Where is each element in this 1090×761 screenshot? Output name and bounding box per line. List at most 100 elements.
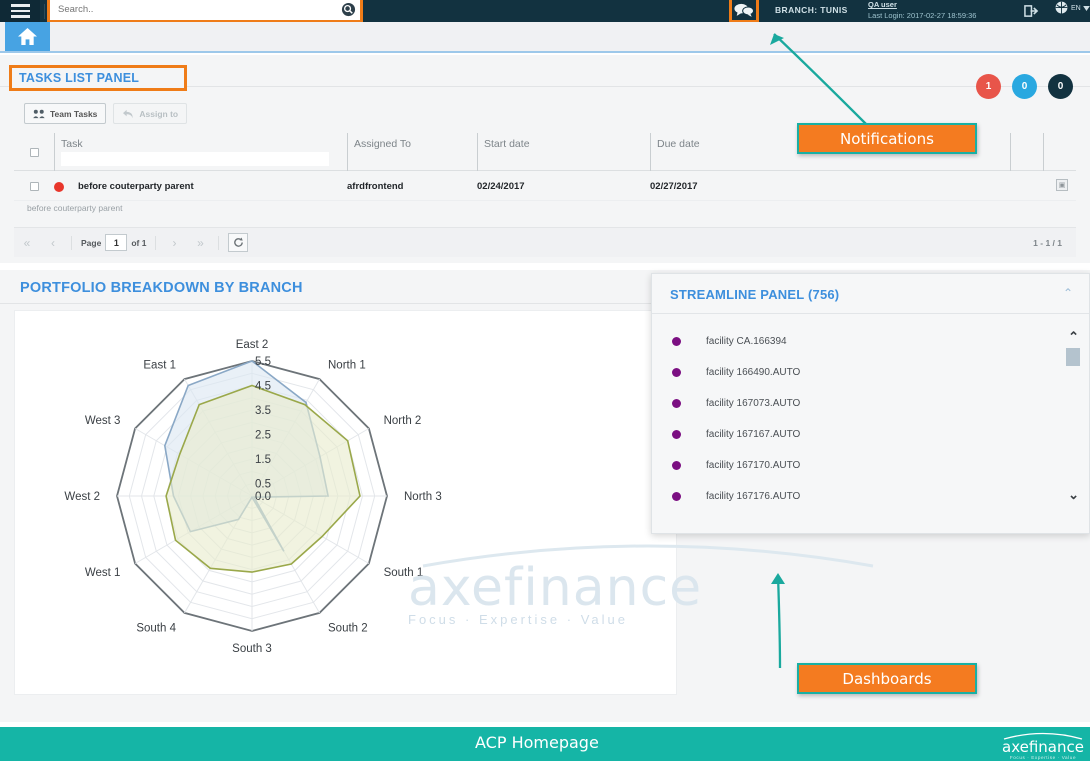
row-subtitle: before couterparty parent (27, 203, 123, 213)
cell-assigned-to: afrdfrontend (347, 181, 404, 192)
svg-text:West 3: West 3 (85, 415, 121, 427)
svg-text:West 2: West 2 (64, 491, 100, 503)
list-item[interactable]: facility 167176.AUTO (652, 481, 1089, 512)
scrollbar-thumb[interactable] (1066, 348, 1080, 366)
status-badge-dark[interactable]: 0 (1048, 74, 1073, 99)
notifications-chat-button[interactable] (729, 0, 759, 23)
priority-dot-icon (54, 181, 64, 192)
radar-chart-svg: 0.00.5 1.5 2.5 3.5 4.5 5.5 East 2 North 1 North … (64, 339, 442, 655)
list-item[interactable]: facility 167170.AUTO (652, 450, 1089, 481)
streamline-panel: STREAMLINE PANEL (756) ⌃ facility CA.166… (651, 273, 1090, 534)
footer-logo: axefinance Focus · Expertise · Value (1002, 731, 1084, 760)
chevron-down-icon (1082, 6, 1090, 11)
select-all-cell (14, 133, 54, 171)
svg-text:4.5: 4.5 (255, 381, 271, 393)
page-number-input[interactable] (105, 234, 128, 251)
row-checkbox[interactable] (29, 182, 39, 191)
svg-text:5.5: 5.5 (255, 356, 271, 368)
next-page-icon[interactable]: › (161, 232, 187, 254)
refresh-icon[interactable] (228, 233, 249, 252)
status-badge-blue[interactable]: 0 (1012, 74, 1037, 99)
chart-panel-title: PORTFOLIO BREAKDOWN BY BRANCH (20, 280, 303, 296)
streamline-panel-header: STREAMLINE PANEL (756) ⌃ (652, 274, 1089, 314)
select-all-checkbox[interactable] (29, 147, 39, 157)
search-box-highlight[interactable] (47, 0, 363, 23)
callout-dashboards: Dashboards (797, 663, 977, 694)
search-input[interactable] (56, 0, 338, 19)
language-selector[interactable]: EN (1054, 1, 1090, 16)
navigation-strip (0, 22, 1090, 53)
chevron-up-icon[interactable]: ⌃ (1063, 286, 1073, 300)
tasks-panel-header: TASKS LIST PANEL 1 0 0 (0, 55, 1090, 99)
list-item-label: facility CA.166394 (706, 336, 787, 347)
footer-bar: ACP Homepage axefinance Focus · Expertis… (0, 727, 1090, 761)
svg-text:East 2: East 2 (236, 339, 269, 351)
last-page-icon[interactable]: » (187, 232, 213, 254)
hamburger-menu-icon[interactable] (0, 0, 40, 22)
table-row[interactable]: before couterparty parent afrdfrontend 0… (14, 173, 1076, 201)
list-item[interactable]: facility 167167.AUTO (652, 419, 1089, 450)
bullet-icon (672, 492, 681, 501)
first-page-icon[interactable]: « (14, 232, 40, 254)
badge-group: 1 0 0 (976, 74, 1073, 99)
column-assigned-to-label: Assigned To (354, 138, 412, 150)
branch-label: BRANCH: TUNIS (775, 5, 848, 15)
search-icon[interactable] (338, 1, 358, 19)
bullet-icon (672, 430, 681, 439)
svg-text:3.5: 3.5 (255, 405, 271, 417)
callout-notifications: Notifications (797, 123, 977, 154)
page-label: Page (81, 237, 102, 248)
column-start-date[interactable]: Start date (477, 133, 650, 171)
home-tab[interactable] (5, 22, 50, 51)
home-icon (18, 27, 37, 46)
status-badge-red[interactable]: 1 (976, 74, 1001, 99)
bullet-icon (672, 337, 681, 346)
svg-text:1.5: 1.5 (255, 454, 271, 466)
svg-text:North 3: North 3 (404, 491, 442, 503)
tasks-panel-title-highlight: TASKS LIST PANEL (9, 65, 187, 91)
svg-text:East 1: East 1 (143, 359, 176, 371)
task-filter-input[interactable] (61, 152, 329, 166)
list-item[interactable]: facility CA.166394 (652, 326, 1089, 357)
list-item-label: facility 167170.AUTO (706, 460, 801, 471)
scroll-down-icon[interactable]: ⌄ (1068, 487, 1079, 503)
scroll-up-icon[interactable]: ⌃ (1068, 329, 1079, 345)
logout-icon[interactable] (1022, 3, 1040, 19)
reply-arrow-icon (123, 109, 133, 118)
column-assigned-to[interactable]: Assigned To (347, 133, 477, 171)
cell-due-date: 02/27/2017 (650, 181, 698, 192)
bullet-icon (672, 461, 681, 470)
bullet-icon (672, 399, 681, 408)
team-tasks-button[interactable]: Team Tasks (24, 103, 107, 124)
list-item-label: facility 167176.AUTO (706, 491, 801, 502)
column-task[interactable]: Task (54, 133, 347, 171)
divider (44, 3, 45, 19)
list-item-label: facility 167073.AUTO (706, 398, 801, 409)
list-item[interactable]: facility 166490.AUTO (652, 357, 1089, 388)
language-label: EN (1071, 5, 1081, 12)
assign-to-button[interactable]: Assign to (113, 103, 188, 124)
user-info: QA user Last Login: 2017-02-27 18:59:36 (868, 0, 1033, 21)
svg-text:South 4: South 4 (136, 623, 176, 635)
streamline-list: facility CA.166394 facility 166490.AUTO … (652, 314, 1089, 512)
row-expand-icon[interactable]: ▣ (1056, 179, 1068, 191)
svg-text:West 1: West 1 (85, 567, 121, 579)
chat-bubble-icon (734, 3, 754, 17)
assign-to-label: Assign to (139, 108, 179, 119)
column-extra-1 (1010, 133, 1043, 171)
cell-task: before couterparty parent (78, 181, 194, 192)
column-extra-2 (1043, 133, 1076, 171)
svg-text:South 2: South 2 (328, 623, 368, 635)
tasks-pager: « ‹ Page of 1 › » 1 - 1 / 1 (14, 227, 1076, 257)
prev-page-icon[interactable]: ‹ (40, 232, 66, 254)
tasks-toolbar: Team Tasks Assign to (24, 103, 188, 124)
column-start-date-label: Start date (484, 138, 530, 150)
record-count: 1 - 1 / 1 (1033, 237, 1062, 248)
list-item[interactable]: facility 167073.AUTO (652, 388, 1089, 419)
footer-logo-text: axefinance (1002, 738, 1084, 756)
svg-text:North 2: North 2 (384, 415, 422, 427)
page-title: TASKS LIST PANEL (19, 71, 140, 85)
list-item-label: facility 166490.AUTO (706, 367, 801, 378)
svg-text:2.5: 2.5 (255, 430, 271, 442)
team-tasks-label: Team Tasks (50, 108, 98, 119)
